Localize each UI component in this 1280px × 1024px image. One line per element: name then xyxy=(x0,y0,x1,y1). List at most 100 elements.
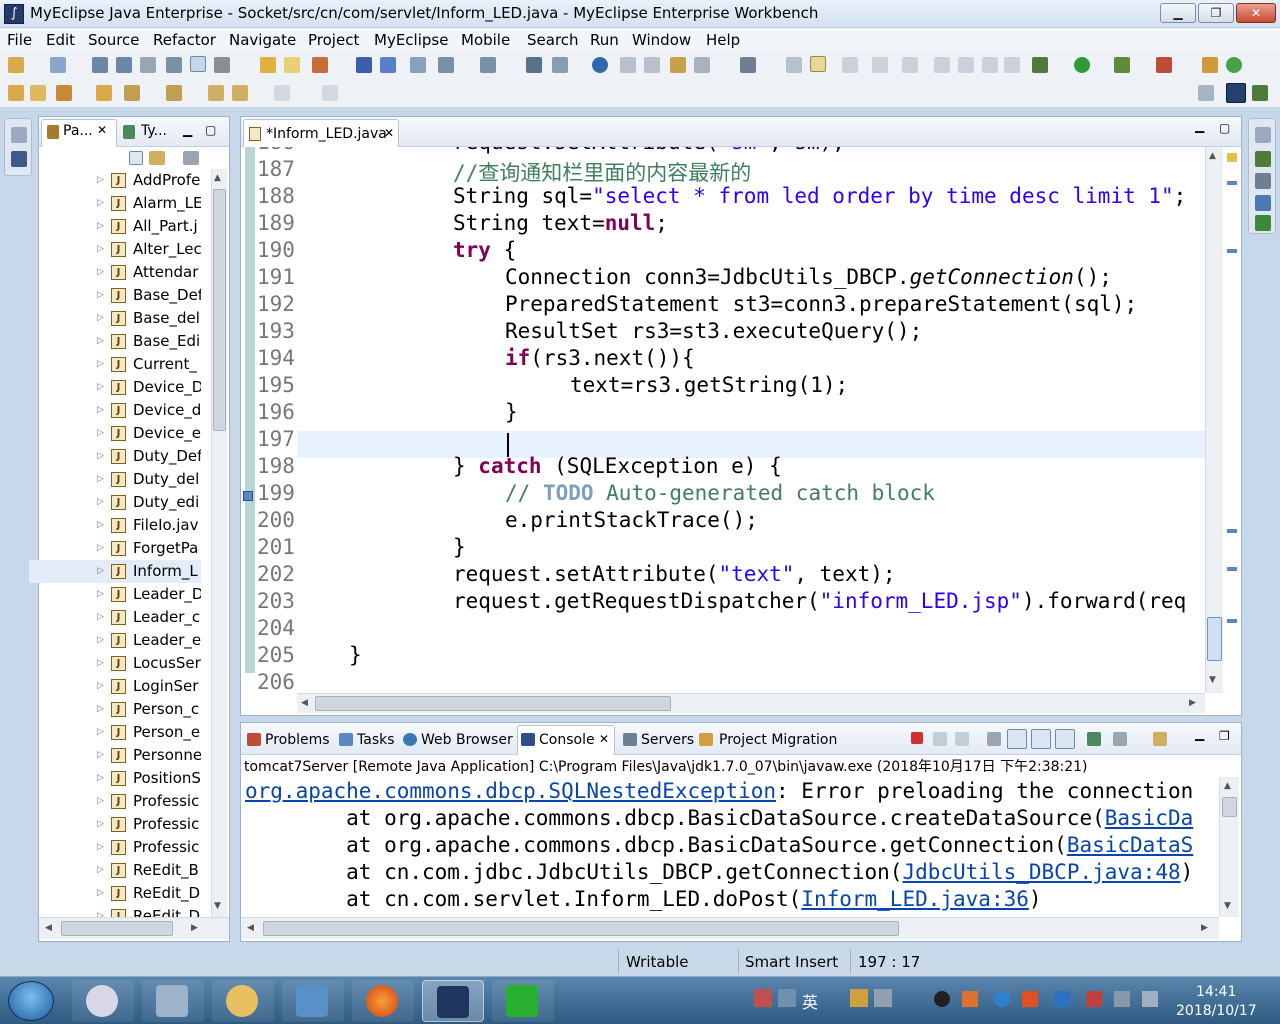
tab-web-browser[interactable]: Web Browser xyxy=(421,732,513,748)
clock-date[interactable]: 2018/10/17 xyxy=(1176,1003,1257,1019)
scroll-down-icon[interactable]: ▼ xyxy=(214,901,221,911)
tree-item[interactable]: ▷ J ReEdit_B xyxy=(29,859,201,882)
close-icon[interactable]: ✕ xyxy=(384,126,394,140)
task-marker[interactable] xyxy=(1227,529,1237,533)
tree-item[interactable]: ▷ J Person_e xyxy=(29,721,201,744)
tab-console[interactable]: Console xyxy=(539,732,595,748)
tab-servers[interactable]: Servers xyxy=(641,732,694,748)
expand-icon[interactable]: ▷ xyxy=(97,491,104,514)
tree-item[interactable]: ▷ J Person_c xyxy=(29,698,201,721)
close-icon[interactable]: ✕ xyxy=(599,732,609,746)
debug-icon[interactable] xyxy=(1032,57,1048,73)
taskbar-calculator[interactable] xyxy=(142,980,204,1022)
stack-link[interactable]: BasicDataS xyxy=(1067,833,1193,857)
menu-navigate[interactable]: Navigate xyxy=(229,31,296,49)
tree-item[interactable]: ▷ J Leader_c xyxy=(29,606,201,629)
expand-icon[interactable]: ▷ xyxy=(97,238,104,261)
tree-item[interactable]: ▷ J ReEdit_D xyxy=(29,882,201,905)
display-console-icon[interactable] xyxy=(1113,732,1127,746)
expand-icon[interactable]: ▷ xyxy=(97,215,104,238)
task-marker[interactable] xyxy=(1227,181,1237,185)
minimize-view-button[interactable]: ▁ xyxy=(1195,727,1204,741)
task-marker[interactable] xyxy=(1227,567,1237,571)
globe-icon[interactable] xyxy=(592,57,608,73)
resume-icon[interactable] xyxy=(934,57,950,73)
expand-icon[interactable]: ▷ xyxy=(97,675,104,698)
expand-icon[interactable]: ▷ xyxy=(97,698,104,721)
taskbar-paint[interactable] xyxy=(212,980,274,1022)
taskbar-iqiyi[interactable] xyxy=(492,980,554,1022)
variables-icon[interactable] xyxy=(1255,173,1271,189)
tree-item[interactable]: ▷ J All_Part.j xyxy=(29,215,201,238)
stack-link[interactable]: JdbcUtils_DBCP.java:48 xyxy=(902,860,1180,884)
link-editor-icon[interactable] xyxy=(149,151,165,165)
scroll-right-icon[interactable]: ▶ xyxy=(1201,923,1208,933)
last-edit-icon[interactable] xyxy=(208,85,224,101)
suspend-icon[interactable] xyxy=(958,57,974,73)
expand-icon[interactable]: ▷ xyxy=(97,353,104,376)
exception-link[interactable]: org.apache.commons.dbcp.SQLNestedExcepti… xyxy=(245,779,776,803)
editor-vertical-scrollbar[interactable]: ▲ ▼ xyxy=(1205,147,1223,693)
tree-item[interactable]: ▷ J Device_D xyxy=(29,376,201,399)
undo-icon[interactable] xyxy=(872,57,888,73)
folder-icon[interactable] xyxy=(30,85,46,101)
menu-help[interactable]: Help xyxy=(706,31,740,49)
scroll-left-icon[interactable]: ◀ xyxy=(45,923,52,933)
scroll-thumb[interactable] xyxy=(263,921,899,936)
toggle-mark-icon[interactable] xyxy=(190,56,206,72)
scroll-up-icon[interactable]: ▲ xyxy=(1224,781,1231,791)
new-wizard-icon[interactable] xyxy=(50,57,66,73)
db-icon[interactable] xyxy=(620,57,636,73)
menu-mobile[interactable]: Mobile xyxy=(461,31,510,49)
taskbar-paint-tool[interactable] xyxy=(72,980,134,1022)
print-icon[interactable] xyxy=(140,57,156,73)
back-icon[interactable] xyxy=(232,85,248,101)
pin-icon[interactable] xyxy=(56,85,72,101)
menu-source[interactable]: Source xyxy=(88,31,140,49)
tree-item[interactable]: ▷ J PositionS xyxy=(29,767,201,790)
screen-icon[interactable] xyxy=(740,57,756,73)
sync-icon[interactable] xyxy=(994,991,1010,1007)
refresh-icon[interactable] xyxy=(1226,57,1242,73)
tree-item[interactable]: ▷ J Professic xyxy=(29,790,201,813)
tree-item[interactable]: ▷ J LocusSer xyxy=(29,652,201,675)
maximize-view-button[interactable]: ▢ xyxy=(205,123,216,137)
overview-ruler[interactable] xyxy=(1223,147,1241,693)
show-stdout-icon[interactable] xyxy=(1031,729,1051,749)
tree-item[interactable]: ▷ J LoginSer xyxy=(29,675,201,698)
network-icon[interactable] xyxy=(1114,991,1130,1007)
app-tray-icon[interactable] xyxy=(1022,991,1038,1007)
scroll-right-icon[interactable]: ▶ xyxy=(191,923,198,933)
tree-item[interactable]: ▷ J ReEdit_D xyxy=(29,905,201,917)
expand-icon[interactable]: ▷ xyxy=(97,537,104,560)
menu-run[interactable]: Run xyxy=(590,31,619,49)
expand-icon[interactable]: ▷ xyxy=(97,859,104,882)
scroll-up-icon[interactable]: ▲ xyxy=(1209,151,1216,161)
expand-icon[interactable]: ▷ xyxy=(97,721,104,744)
external-tools-icon[interactable] xyxy=(1156,57,1172,73)
restore-icon[interactable] xyxy=(11,127,27,143)
hammer-icon[interactable] xyxy=(214,57,230,73)
qq-icon[interactable] xyxy=(934,991,950,1007)
java-tray-icon[interactable] xyxy=(962,991,978,1007)
scroll-thumb[interactable] xyxy=(1222,797,1237,817)
scroll-down-icon[interactable]: ▼ xyxy=(1224,901,1231,911)
expand-icon[interactable]: ▷ xyxy=(97,767,104,790)
ime-icon[interactable] xyxy=(754,989,772,1007)
close-icon[interactable]: ✕ xyxy=(97,123,107,137)
expand-icon[interactable]: ▷ xyxy=(97,514,104,537)
myeclipse-perspective-icon[interactable] xyxy=(1226,83,1246,103)
open-project-icon[interactable] xyxy=(96,85,112,101)
terminate-icon[interactable] xyxy=(911,732,923,744)
ime-language[interactable]: 英 xyxy=(802,989,818,1013)
tab-problems[interactable]: Problems xyxy=(265,732,330,748)
tree-item[interactable]: ▷ J Professic xyxy=(29,813,201,836)
tab-inform-led[interactable]: *Inform_LED.java ✕ xyxy=(243,119,399,147)
collapse-all-icon[interactable] xyxy=(129,151,143,165)
remove-launch-icon[interactable] xyxy=(933,732,947,746)
highlight-icon[interactable] xyxy=(810,56,826,72)
open-type-icon[interactable] xyxy=(166,57,182,73)
tree-item[interactable]: ▷ J Current_ xyxy=(29,353,201,376)
scroll-thumb[interactable] xyxy=(213,189,226,431)
ime-mode-icon[interactable] xyxy=(778,989,796,1007)
